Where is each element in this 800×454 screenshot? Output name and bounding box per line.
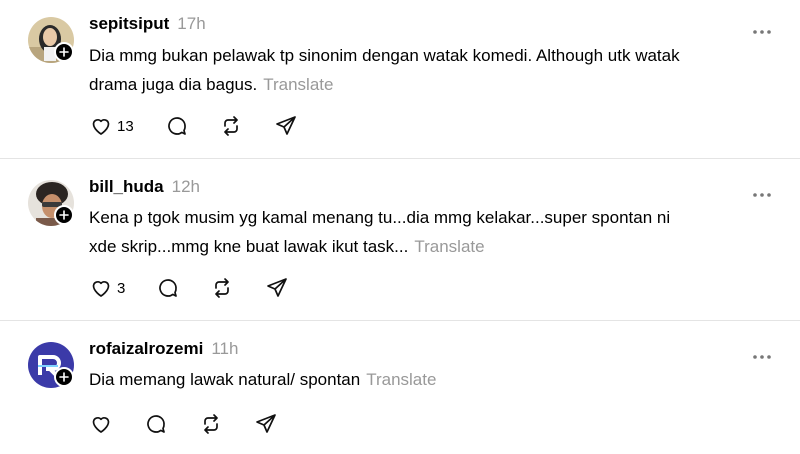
comment-button[interactable]	[144, 412, 168, 436]
translate-link[interactable]: Translate	[366, 370, 436, 389]
repost-button[interactable]	[210, 276, 234, 300]
action-bar: 3	[89, 275, 289, 301]
repost-icon	[219, 114, 243, 138]
avatar-rofaizalrozemi[interactable]	[28, 342, 74, 388]
post-divider	[0, 320, 800, 321]
username[interactable]: bill_huda	[89, 177, 164, 197]
timestamp[interactable]: 17h	[177, 14, 205, 34]
post-text: Dia mmg bukan pelawak tp sinonim dengan …	[89, 41, 769, 99]
avatar-bill-huda[interactable]	[28, 180, 74, 226]
repost-button[interactable]	[199, 412, 223, 436]
post-text: Kena p tgok musim yg kamal menang tu...d…	[89, 203, 769, 261]
follow-plus-icon[interactable]	[54, 42, 74, 62]
like-count: 3	[117, 279, 126, 297]
comment-icon	[165, 114, 189, 138]
like-button[interactable]: 3	[89, 276, 125, 300]
comment-icon	[144, 412, 168, 436]
translate-link[interactable]: Translate	[414, 237, 484, 256]
repost-button[interactable]	[219, 114, 243, 138]
follow-plus-icon[interactable]	[54, 205, 74, 225]
comment-icon	[156, 276, 180, 300]
username[interactable]: sepitsiput	[89, 14, 169, 34]
share-icon	[265, 276, 289, 300]
more-icon[interactable]	[752, 22, 772, 34]
post-text-line: Dia memang lawak natural/ spontan	[89, 370, 361, 389]
post-text-line: Dia mmg bukan pelawak tp sinonim dengan …	[89, 46, 680, 65]
more-icon[interactable]	[752, 347, 772, 359]
action-bar: 13	[89, 113, 298, 139]
action-bar	[89, 411, 278, 437]
like-button[interactable]	[89, 412, 113, 436]
post-text-line: Kena p tgok musim yg kamal menang tu...d…	[89, 208, 671, 227]
timestamp[interactable]: 11h	[211, 339, 238, 359]
heart-icon	[89, 412, 113, 436]
share-icon	[274, 114, 298, 138]
share-button[interactable]	[265, 276, 289, 300]
timestamp[interactable]: 12h	[172, 177, 200, 197]
avatar-sepitsiput[interactable]	[28, 17, 74, 63]
repost-icon	[199, 412, 223, 436]
follow-plus-icon[interactable]	[54, 367, 74, 387]
comment-button[interactable]	[156, 276, 180, 300]
more-icon[interactable]	[752, 185, 772, 197]
translate-link[interactable]: Translate	[263, 75, 333, 94]
post-text-line: drama juga dia bagus.	[89, 75, 258, 94]
post-divider	[0, 158, 800, 159]
share-button[interactable]	[254, 412, 278, 436]
post-text-line: xde skrip...mmg kne buat lawak ikut task…	[89, 237, 409, 256]
heart-icon	[89, 114, 113, 138]
comment-button[interactable]	[165, 114, 189, 138]
like-count: 13	[117, 117, 134, 135]
share-button[interactable]	[274, 114, 298, 138]
username[interactable]: rofaizalrozemi	[89, 339, 203, 359]
post-text: Dia memang lawak natural/ spontan Transla…	[89, 365, 769, 394]
like-button[interactable]: 13	[89, 114, 134, 138]
share-icon	[254, 412, 278, 436]
repost-icon	[210, 276, 234, 300]
heart-icon	[89, 276, 113, 300]
